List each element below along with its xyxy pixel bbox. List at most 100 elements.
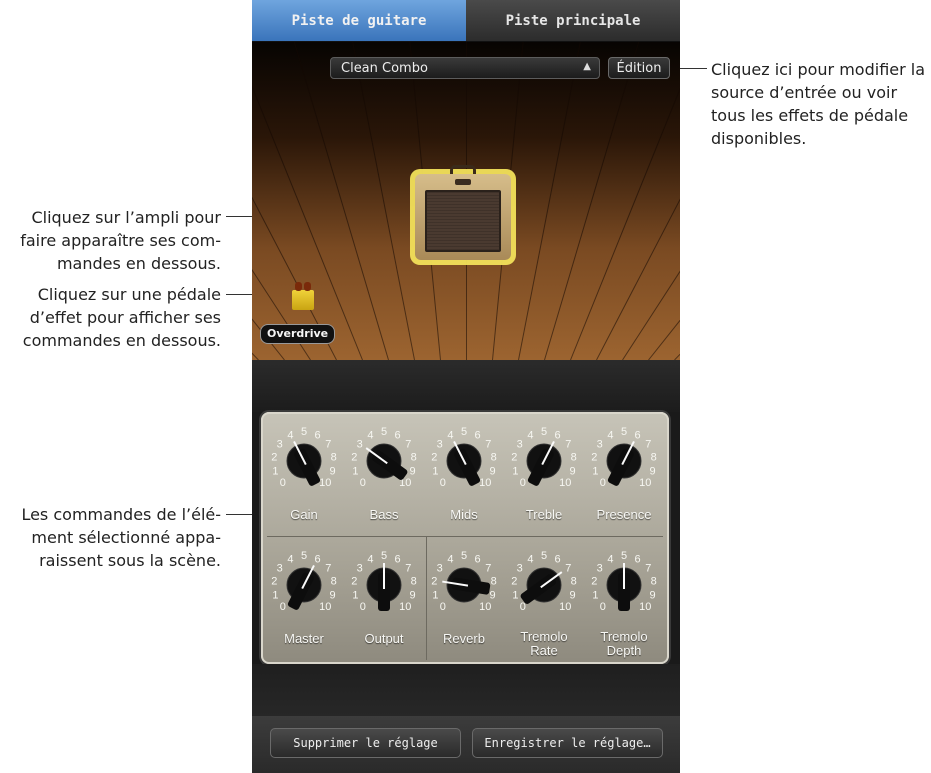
floor-plank-line — [252, 42, 337, 360]
knob-scale-label: 9 — [489, 465, 495, 477]
knob-scale-label: 5 — [541, 550, 547, 562]
preset-selector[interactable]: Clean Combo ▲ — [330, 57, 600, 79]
knob-scale-label: 10 — [639, 477, 651, 489]
knob-scale-label: 2 — [431, 575, 437, 587]
knob-scale-label: 9 — [569, 465, 575, 477]
knob-scale-label: 2 — [511, 575, 517, 587]
knob-scale-label: 5 — [621, 426, 627, 438]
knob-reverb[interactable]: 0 1 2 3 4 5 6 7 8 9 10 Reverb — [425, 540, 503, 650]
delete-preset-button[interactable]: Supprimer le réglage — [270, 728, 461, 758]
floor-plank-line — [252, 71, 259, 360]
knob-scale-label: 3 — [597, 438, 603, 450]
overdrive-pedal[interactable] — [292, 282, 314, 310]
knob-scale-label: 6 — [475, 429, 481, 441]
knob-scale-label: 3 — [437, 562, 443, 574]
knob-scale-label: 8 — [571, 575, 577, 587]
amp[interactable] — [410, 165, 516, 265]
knob-scale-label: 9 — [489, 589, 495, 601]
knob-scale-label: 6 — [395, 429, 401, 441]
knob-scale-label: 3 — [277, 438, 283, 450]
knob-scale-label: 8 — [571, 451, 577, 463]
knob-scale-label: 4 — [447, 429, 453, 441]
knob-label: Bass — [369, 507, 399, 522]
floor-plank-line — [274, 42, 389, 360]
knob-scale-label: 4 — [287, 429, 293, 441]
knob-label: Presence — [596, 507, 652, 522]
callout-controls: Les commandes de l’élé-ment sélectionné … — [21, 505, 221, 570]
knob-scale-label: 1 — [512, 589, 518, 601]
knob-master[interactable]: 0 1 2 3 4 5 6 7 8 9 10 Master — [265, 540, 343, 650]
knob-scale-label: 5 — [381, 550, 387, 562]
knob-scale-label: 8 — [331, 575, 337, 587]
knob-scale-label: 6 — [315, 553, 321, 565]
knob-scale-label: 10 — [399, 601, 411, 613]
knob-scale-label: 0 — [600, 477, 606, 489]
knob-presence[interactable]: 0 1 2 3 4 5 6 7 8 9 10 Presence — [585, 416, 663, 526]
knob-scale-label: 0 — [280, 601, 286, 613]
save-preset-button[interactable]: Enregistrer le réglage… — [472, 728, 663, 758]
knob-scale-label: 2 — [271, 575, 277, 587]
knob-scale-label: 10 — [639, 601, 651, 613]
knob-scale-label: 6 — [635, 429, 641, 441]
knob-mids[interactable]: 0 1 2 3 4 5 6 7 8 9 10 Mids — [425, 416, 503, 526]
knob-scale-label: 3 — [517, 562, 523, 574]
knob-scale-label: 1 — [352, 589, 358, 601]
knob-scale-label: 6 — [555, 553, 561, 565]
knob-scale-label: 1 — [272, 465, 278, 477]
amp-handle — [450, 165, 476, 174]
knob-scale-label: 8 — [651, 451, 657, 463]
knob-scale-label: 9 — [329, 465, 335, 477]
knob-scale-label: 5 — [541, 426, 547, 438]
knob-label: Tremolo Rate — [520, 629, 568, 658]
knob-bass[interactable]: 0 1 2 3 4 5 6 7 8 9 10 Bass — [345, 416, 423, 526]
knob-scale-label: 10 — [319, 601, 331, 613]
knob-scale-label: 0 — [440, 601, 446, 613]
panel-divider — [267, 536, 663, 537]
floor-plank-line — [674, 71, 680, 360]
pedal-knob — [295, 282, 302, 291]
tab-master-track[interactable]: Piste principale — [466, 0, 680, 42]
preset-value: Clean Combo — [341, 60, 428, 76]
pedal-body — [292, 290, 314, 310]
knob-scale-label: 0 — [600, 601, 606, 613]
footer-bar: Supprimer le réglage Enregistrer le régl… — [252, 716, 680, 773]
knob-scale-label: 7 — [405, 438, 411, 450]
knob-scale-label: 4 — [607, 553, 613, 565]
knob-scale-label: 8 — [411, 575, 417, 587]
knob-scale-label: 2 — [511, 451, 517, 463]
knob-scale-label: 10 — [559, 477, 571, 489]
knob-label: Gain — [290, 507, 318, 522]
knob-scale-label: 4 — [607, 429, 613, 441]
knob-scale-label: 6 — [475, 553, 481, 565]
floor-plank-line — [252, 42, 311, 360]
knob-scale-label: 7 — [565, 438, 571, 450]
knob-output[interactable]: 0 1 2 3 4 5 6 7 8 9 10 Output — [345, 540, 423, 650]
knob-scale-label: 0 — [520, 477, 526, 489]
knob-scale-label: 5 — [461, 550, 467, 562]
knob-scale-label: 7 — [325, 438, 331, 450]
knob-scale-label: 4 — [367, 553, 373, 565]
tab-guitar-track[interactable]: Piste de guitare — [252, 0, 466, 42]
knob-label: Tremolo Depth — [600, 629, 648, 658]
edit-button[interactable]: Édition — [608, 57, 670, 79]
knob-scale-label: 7 — [565, 562, 571, 574]
knob-scale-label: 9 — [409, 465, 415, 477]
knob-scale-label: 0 — [440, 477, 446, 489]
knob-scale-label: 5 — [381, 426, 387, 438]
knob-scale-label: 1 — [592, 465, 598, 477]
floor-plank-line — [596, 42, 680, 360]
knob-tremolo-rate[interactable]: 0 1 2 3 4 5 6 7 8 9 10 Tremolo Rate — [505, 540, 583, 658]
knob-scale-label: 2 — [351, 451, 357, 463]
knob-scale-label: 7 — [645, 438, 651, 450]
knob-scale-label: 10 — [479, 601, 491, 613]
knob-tremolo-depth[interactable]: 0 1 2 3 4 5 6 7 8 9 10 Tremolo Depth — [585, 540, 663, 658]
knob-gain[interactable]: 0 1 2 3 4 5 6 7 8 9 10 Gain — [265, 416, 343, 526]
callout-pedal: Cliquez sur une pédale d’effet pour affi… — [22, 285, 221, 350]
amp-stage: Clean Combo ▲ Édition Overdrive — [252, 42, 680, 360]
knob-label: Reverb — [443, 631, 485, 646]
knob-label: Master — [284, 631, 324, 646]
knob-scale-label: 8 — [331, 451, 337, 463]
knob-treble[interactable]: 0 1 2 3 4 5 6 7 8 9 10 Treble — [505, 416, 583, 526]
floor-plank-line — [518, 42, 596, 360]
callout-edit: Cliquez ici pour modifier la source d’en… — [711, 60, 926, 148]
